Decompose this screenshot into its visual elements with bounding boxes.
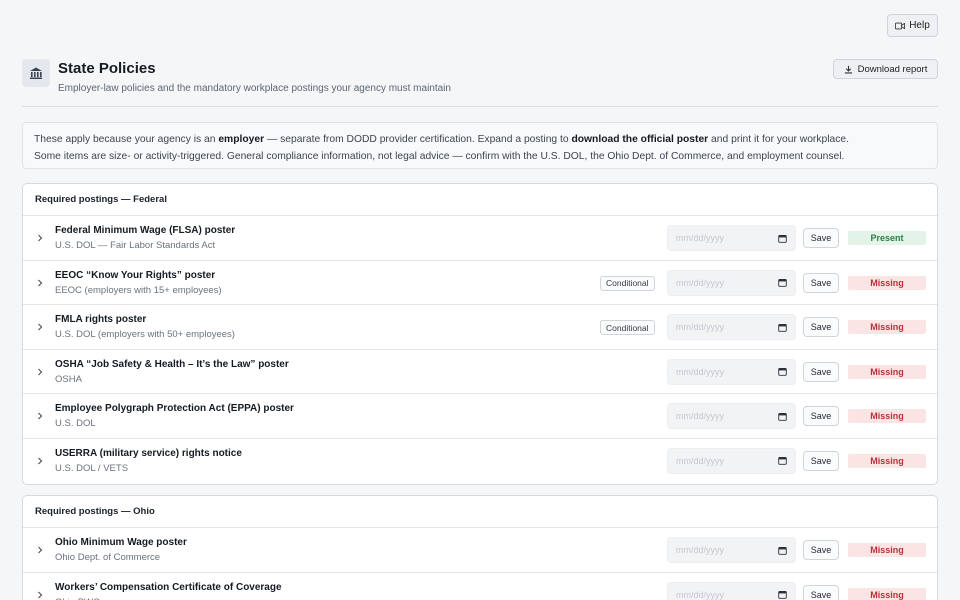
posted-date-input[interactable]: mm/dd/yyyy (667, 447, 796, 474)
chevron-right-icon[interactable] (35, 278, 45, 288)
posted-date-input[interactable]: mm/dd/yyyy (667, 537, 796, 563)
bank-icon (22, 59, 50, 87)
section-title: Required postings — Federal (23, 184, 937, 216)
status-badge: Missing (848, 543, 926, 557)
chevron-right-icon[interactable] (35, 367, 45, 377)
posting-source: EEOC (employers with 15+ employees) (55, 284, 222, 296)
info-line-2: Some items are size- or activity-trigger… (34, 151, 845, 162)
posted-date-input[interactable]: mm/dd/yyyy (667, 358, 796, 385)
page-subtitle: Employer-law policies and the mandatory … (58, 83, 451, 94)
download-report-button[interactable]: Download report (833, 59, 938, 79)
posting-source: U.S. DOL — Fair Labor Standards Act (55, 240, 216, 251)
posting-row: USERRA (military service) rights notice U… (23, 439, 937, 484)
help-button[interactable]: Help (887, 14, 938, 37)
date-placeholder: mm/dd/yyyy (676, 545, 725, 555)
video-icon (895, 22, 906, 29)
save-button[interactable]: Save (803, 228, 839, 248)
status-badge: Missing (848, 453, 926, 468)
date-placeholder: mm/dd/yyyy (676, 366, 725, 377)
posting-title: OSHA “Job Safety & Health – It’s the Law… (55, 358, 289, 370)
posting-source: U.S. DOL / VETS (55, 462, 129, 474)
posting-title: Workers’ Compensation Certificate of Cov… (55, 581, 282, 593)
date-placeholder: mm/dd/yyyy (676, 455, 725, 466)
calendar-icon[interactable] (778, 546, 787, 555)
posting-source: U.S. DOL (55, 418, 96, 430)
posting-title: Ohio Minimum Wage poster (55, 537, 187, 548)
status-badge: Missing (848, 320, 926, 335)
save-button[interactable]: Save (803, 317, 839, 338)
save-button[interactable]: Save (803, 450, 839, 471)
posting-row: Ohio Minimum Wage poster Ohio Dept. of Co… (23, 528, 937, 573)
postings-section: Required postings — Ohio Ohio Minimum Wag… (22, 495, 938, 600)
section-title: Required postings — Ohio (23, 496, 937, 528)
header-divider (22, 106, 938, 107)
conditional-badge: Conditional (600, 320, 655, 336)
calendar-icon[interactable] (778, 323, 787, 332)
posting-source: OSHA (55, 373, 82, 385)
save-button[interactable]: Save (803, 584, 839, 600)
posting-title: FMLA rights poster (55, 314, 147, 326)
posting-source: Ohio Dept. of Commerce (55, 552, 161, 563)
status-badge: Missing (848, 275, 926, 290)
download-report-label: Download report (857, 63, 928, 75)
calendar-icon[interactable] (778, 278, 787, 287)
calendar-icon[interactable] (778, 590, 787, 599)
save-button[interactable]: Save (803, 361, 839, 382)
posted-date-input[interactable]: mm/dd/yyyy (667, 225, 796, 251)
save-button[interactable]: Save (803, 540, 839, 560)
chevron-right-icon[interactable] (35, 545, 45, 555)
posting-source: Ohio BWC (55, 597, 100, 600)
date-placeholder: mm/dd/yyyy (676, 589, 725, 600)
posted-date-input[interactable]: mm/dd/yyyy (667, 581, 796, 600)
posted-date-input[interactable]: mm/dd/yyyy (667, 269, 796, 296)
posted-date-input[interactable]: mm/dd/yyyy (667, 403, 796, 430)
date-placeholder: mm/dd/yyyy (676, 322, 725, 333)
posting-title: USERRA (military service) rights notice (55, 447, 242, 459)
posting-row: Employee Polygraph Protection Act (EPPA)… (23, 394, 937, 439)
save-button[interactable]: Save (803, 272, 839, 293)
posting-title: Employee Polygraph Protection Act (EPPA)… (55, 403, 294, 415)
conditional-badge: Conditional (600, 275, 655, 291)
download-icon (844, 65, 852, 73)
posting-row: Workers’ Compensation Certificate of Cov… (23, 573, 937, 600)
status-badge: Missing (848, 409, 926, 424)
chevron-right-icon[interactable] (35, 590, 45, 600)
posting-title: Federal Minimum Wage (FLSA) poster (55, 225, 236, 236)
status-badge: Missing (848, 364, 926, 379)
postings-section: Required postings — Federal Federal Minim… (22, 183, 938, 485)
posting-row: FMLA rights poster U.S. DOL (employers wi… (23, 305, 937, 350)
date-placeholder: mm/dd/yyyy (676, 233, 725, 243)
posting-row: Federal Minimum Wage (FLSA) poster U.S. D… (23, 216, 937, 261)
status-badge: Missing (848, 587, 926, 600)
chevron-right-icon[interactable] (35, 322, 45, 332)
calendar-icon[interactable] (778, 412, 787, 421)
calendar-icon[interactable] (778, 367, 787, 377)
posting-title: EEOC “Know Your Rights” poster (55, 269, 216, 281)
posting-row: OSHA “Job Safety & Health – It’s the Law… (23, 350, 937, 395)
posting-row: EEOC “Know Your Rights” poster EEOC (empl… (23, 261, 937, 306)
calendar-icon[interactable] (778, 456, 787, 466)
status-badge: Present (848, 231, 926, 245)
posted-date-input[interactable]: mm/dd/yyyy (667, 314, 796, 341)
save-button[interactable]: Save (803, 406, 839, 427)
info-line-1: These apply because your agency is an em… (34, 134, 849, 145)
chevron-right-icon[interactable] (35, 456, 45, 466)
chevron-right-icon[interactable] (35, 233, 45, 243)
posting-source: U.S. DOL (employers with 50+ employees) (55, 329, 235, 341)
date-placeholder: mm/dd/yyyy (676, 411, 725, 422)
chevron-right-icon[interactable] (35, 411, 45, 421)
date-placeholder: mm/dd/yyyy (676, 277, 725, 288)
info-notice: These apply because your agency is an em… (22, 122, 938, 169)
help-label: Help (909, 20, 930, 31)
calendar-icon[interactable] (778, 234, 787, 243)
page-title: State Policies (58, 60, 156, 77)
